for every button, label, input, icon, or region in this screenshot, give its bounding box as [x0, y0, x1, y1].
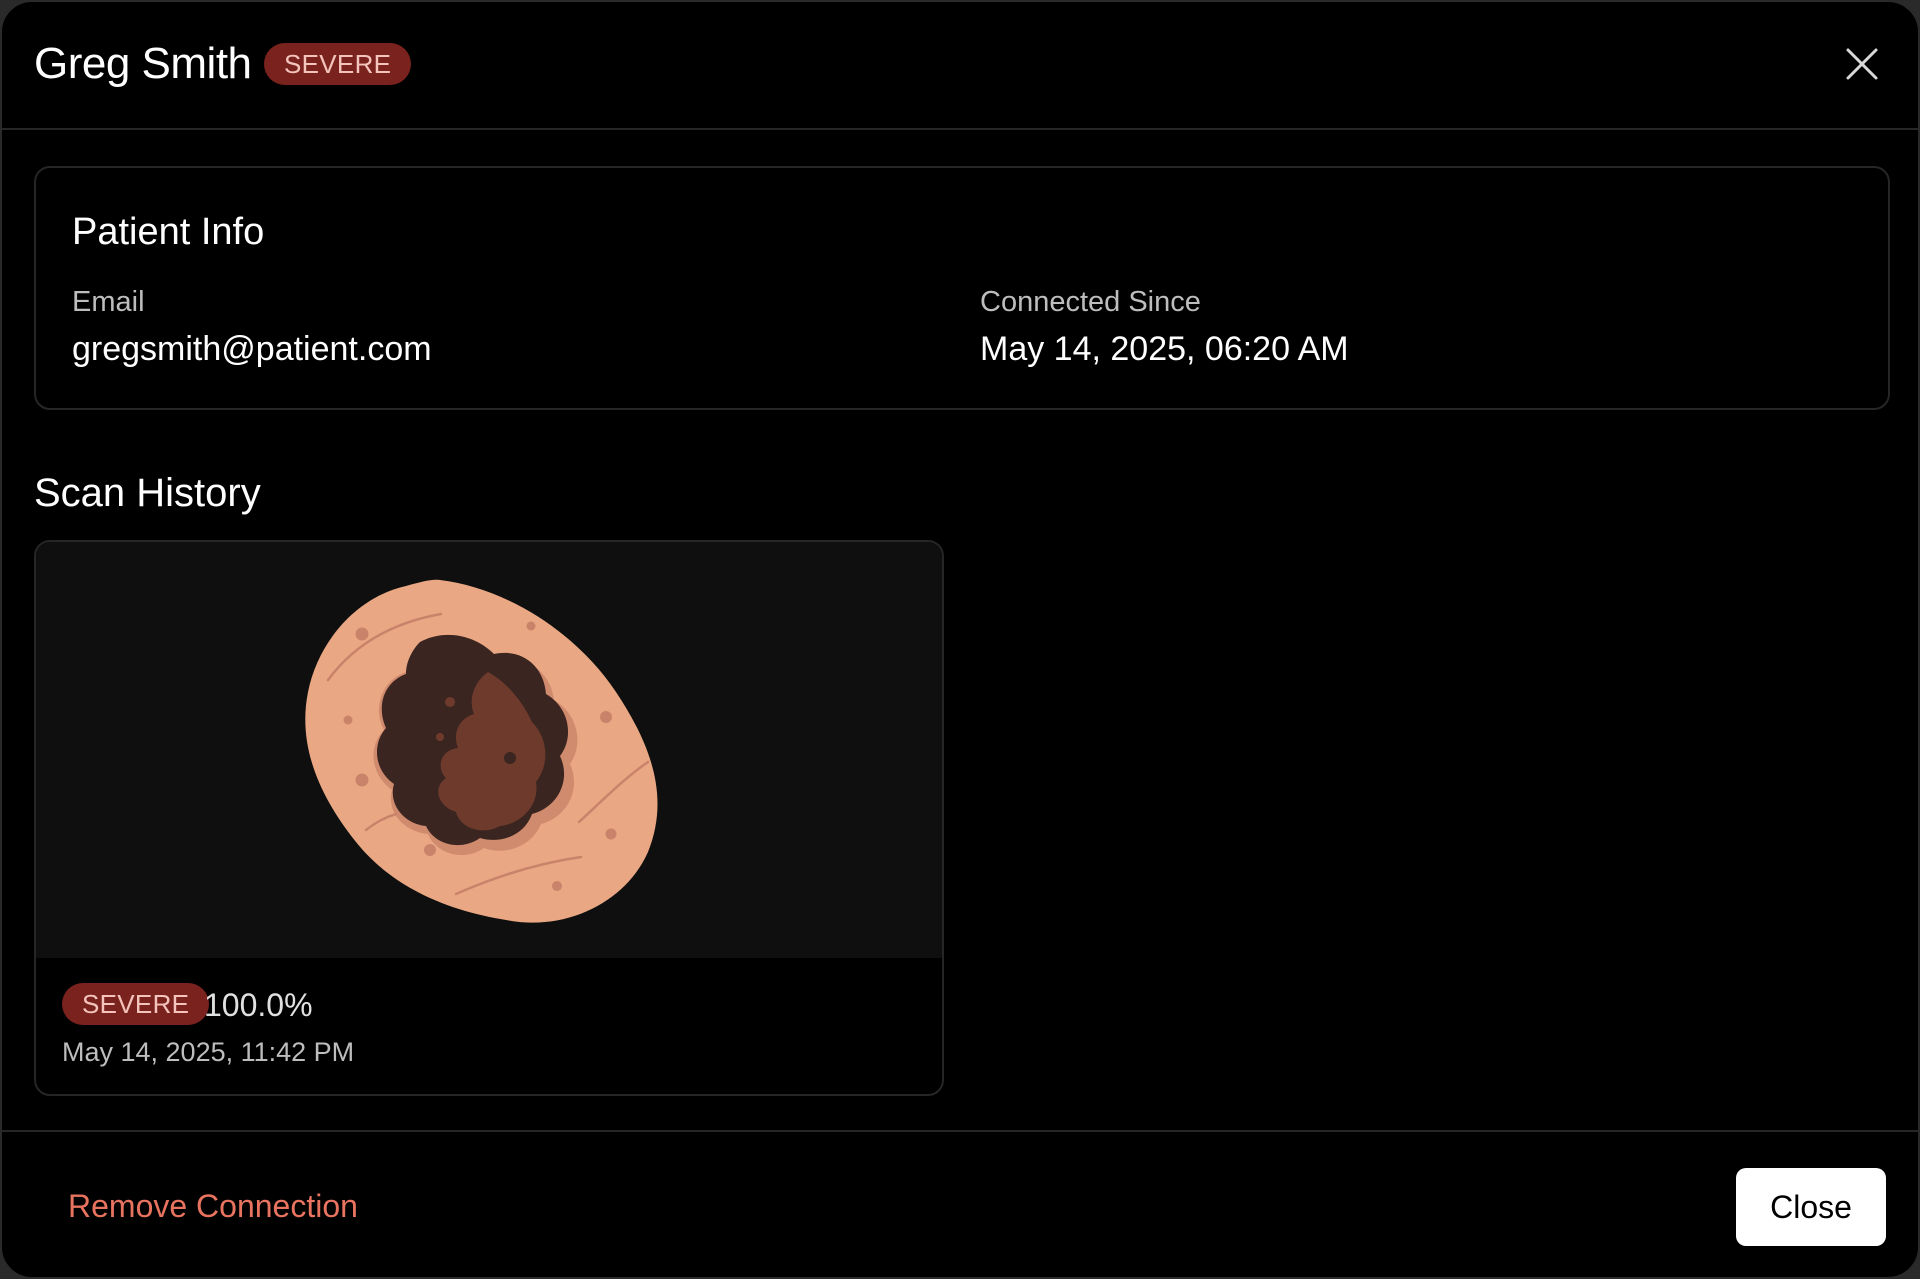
skin-lesion-illustration [305, 579, 658, 923]
email-value: gregsmith@patient.com [72, 330, 432, 368]
scan-severity-badge: SEVERE [62, 983, 210, 1025]
remove-connection-button[interactable]: Remove Connection [68, 1186, 358, 1226]
scan-date: May 14, 2025, 11:42 PM [62, 1037, 355, 1067]
modal-header: Greg Smith SEVERE [2, 2, 1918, 130]
scan-history-title: Scan History [34, 471, 261, 515]
close-button[interactable]: Close [1736, 1168, 1886, 1246]
patient-info-card: Patient Info Email gregsmith@patient.com… [34, 166, 1890, 410]
patient-info-title: Patient Info [72, 211, 265, 253]
connected-since-value: May 14, 2025, 06:20 AM [980, 330, 1349, 368]
scan-score: 100.0% [204, 987, 313, 1023]
connected-since-label: Connected Since [980, 286, 1201, 318]
close-icon[interactable] [1844, 46, 1880, 82]
modal-footer: Remove Connection Close [2, 1130, 1918, 1277]
patient-detail-modal: Greg Smith SEVERE Patient Info Email gre… [0, 0, 1920, 1279]
scan-card[interactable]: SEVERE 100.0% May 14, 2025, 11:42 PM [34, 540, 944, 1096]
scan-image [36, 542, 942, 958]
patient-name: Greg Smith [34, 39, 252, 88]
email-label: Email [72, 286, 145, 318]
severity-badge: SEVERE [264, 43, 412, 85]
